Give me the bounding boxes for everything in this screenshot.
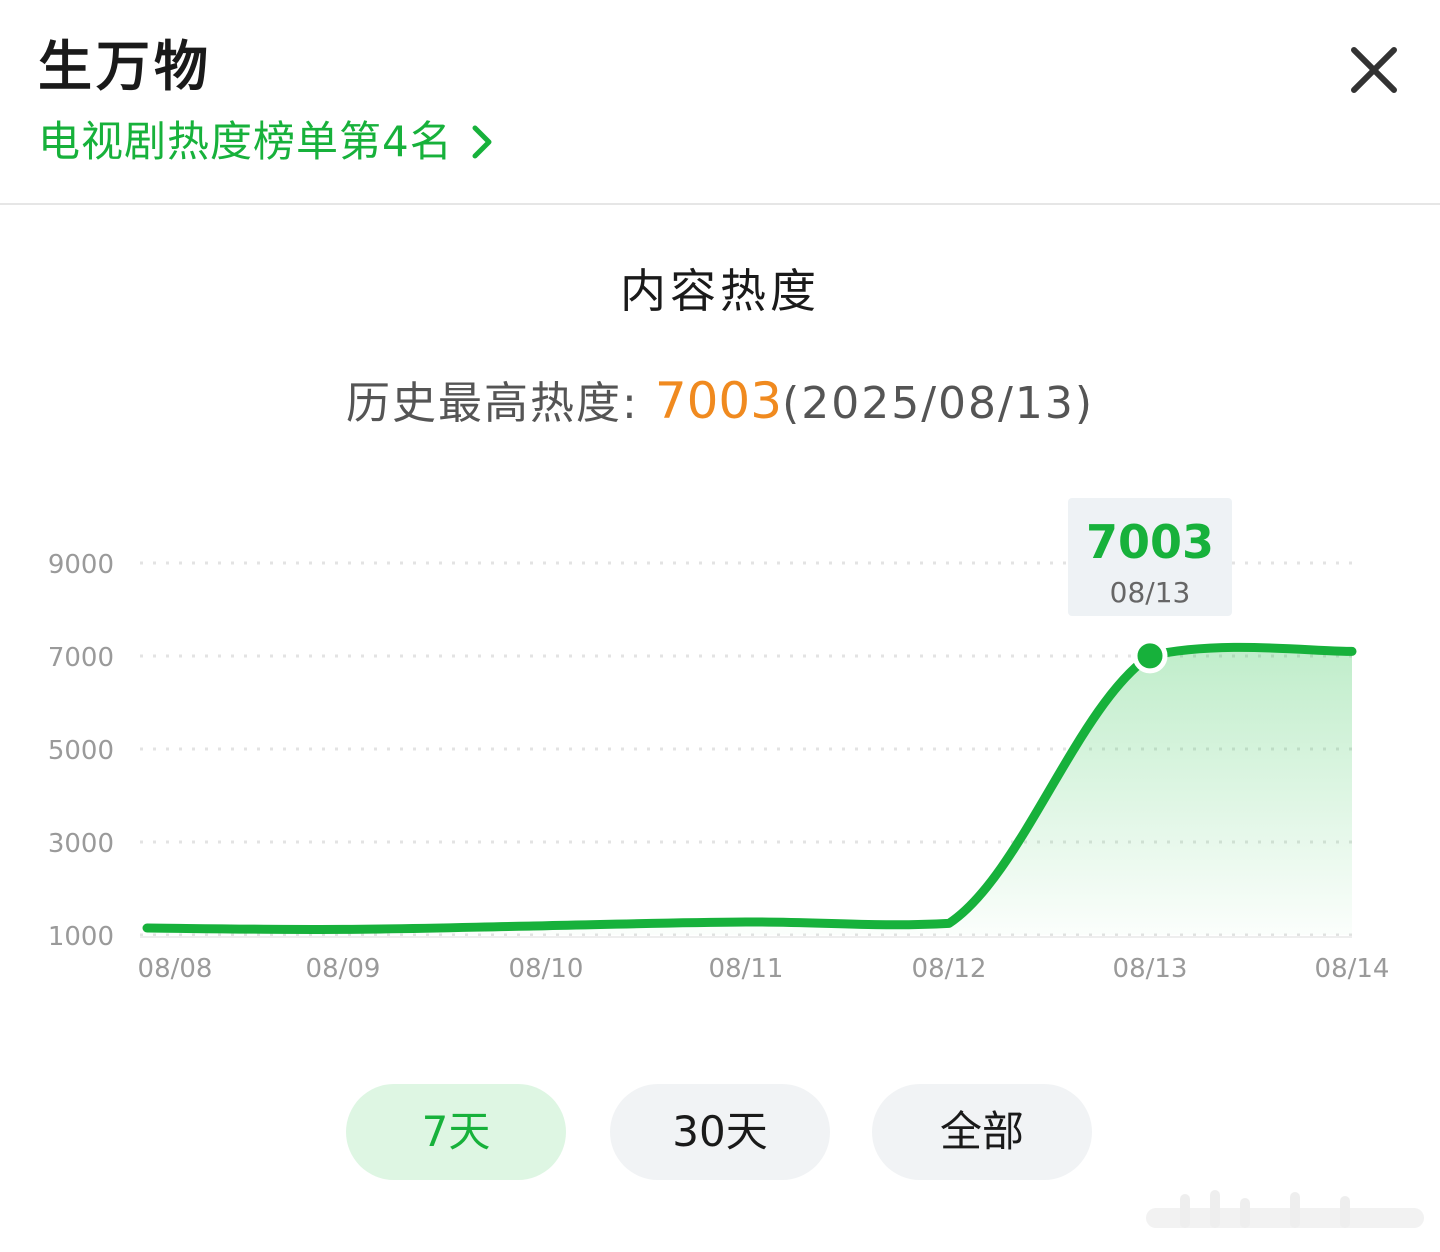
y-tick-label: 5000 [48, 736, 114, 766]
x-tick-label: 08/10 [509, 954, 584, 984]
tab-30-days[interactable]: 30天 [610, 1084, 830, 1180]
peak-date: (2025/08/13) [782, 378, 1094, 429]
heat-panel: 生万物 电视剧热度榜单第4名 内容热度 历史最高热度: 7003(2025/08… [0, 0, 1440, 1252]
heat-chart-svg: 9000 7000 5000 3000 1000 08/08 08/09 08/10 08/1… [48, 498, 1390, 984]
heat-chart: 9000 7000 5000 3000 1000 08/08 08/09 08/10 08/1… [0, 480, 1440, 1020]
y-tick-label: 3000 [48, 829, 114, 859]
y-tick-label: 9000 [48, 550, 114, 580]
y-tick-label: 7000 [48, 643, 114, 673]
range-tabs: 7天 30天 全部 [0, 1084, 1440, 1180]
x-tick-label: 08/09 [306, 954, 381, 984]
tab-all[interactable]: 全部 [872, 1084, 1092, 1180]
section-title: 内容热度 [620, 264, 820, 318]
x-tick-label: 08/13 [1113, 954, 1188, 984]
peak-point[interactable] [1132, 638, 1168, 674]
peak-value: 7003 [654, 372, 783, 430]
y-tick-label: 1000 [48, 922, 114, 952]
watermark-graphic [1146, 1190, 1424, 1228]
close-icon[interactable] [1344, 40, 1404, 100]
x-tick-label: 08/08 [138, 954, 213, 984]
x-tick-label: 08/14 [1315, 954, 1390, 984]
x-tick-label: 08/12 [912, 954, 987, 984]
show-title: 生万物 [38, 35, 212, 98]
tooltip-value: 7003 [1086, 515, 1214, 569]
tab-7-days[interactable]: 7天 [346, 1084, 566, 1180]
heat-area-fill [147, 647, 1352, 935]
peak-label: 历史最高热度: [345, 378, 639, 429]
chevron-right-icon [472, 125, 492, 159]
rank-text: 电视剧热度榜单第4名 [38, 117, 453, 166]
tooltip-date: 08/13 [1110, 576, 1191, 609]
rank-link[interactable]: 电视剧热度榜单第4名 [38, 112, 497, 172]
panel-header: 生万物 电视剧热度榜单第4名 [0, 0, 1440, 205]
peak-heat-line: 历史最高热度: 7003(2025/08/13) [0, 370, 1440, 435]
x-tick-label: 08/11 [709, 954, 784, 984]
